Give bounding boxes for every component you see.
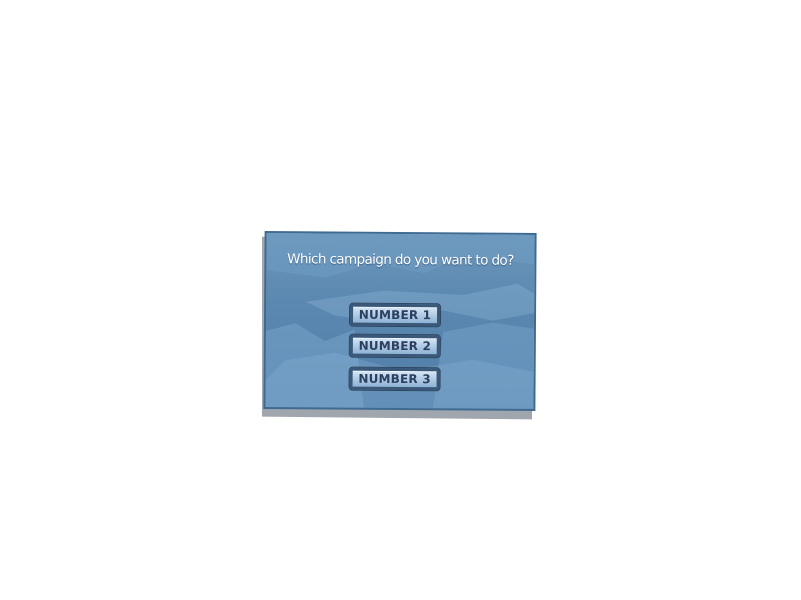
game-screen: Which campaign do you want to do? NUMBER… <box>0 0 801 600</box>
campaign-1-button[interactable]: NUMBER 1 <box>349 303 441 327</box>
campaign-2-button[interactable]: NUMBER 2 <box>349 334 440 358</box>
campaign-question: Which campaign do you want to do? <box>287 251 514 269</box>
campaign-3-button[interactable]: NUMBER 3 <box>349 367 440 391</box>
campaign-select-dialog: Which campaign do you want to do? NUMBER… <box>263 231 537 411</box>
